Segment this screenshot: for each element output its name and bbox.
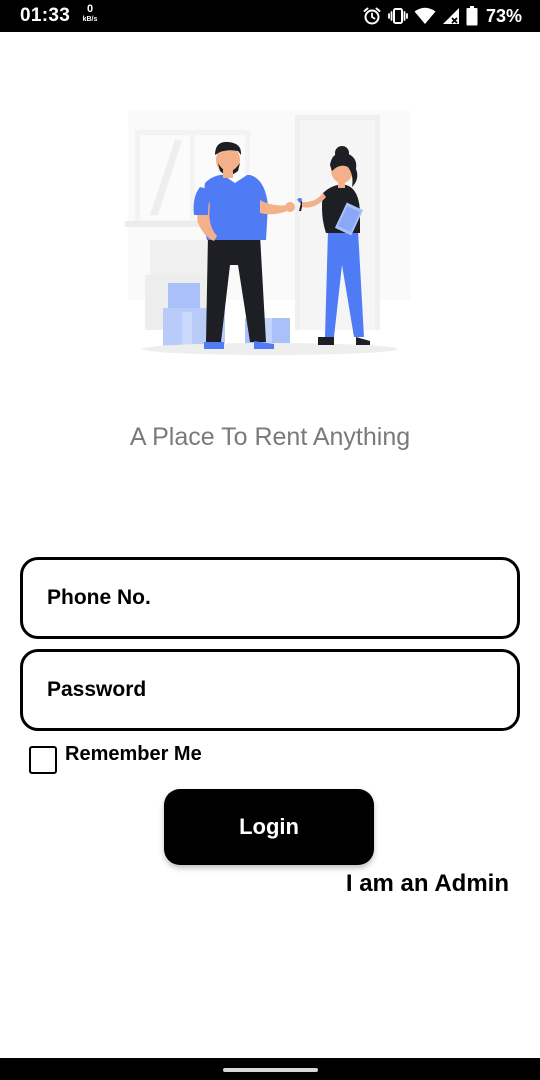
alarm-icon [363,7,381,25]
network-speed: 0 kB/s [80,3,100,24]
phone-input[interactable] [47,560,487,636]
status-icons: 73% [362,6,522,26]
app-tagline: A Place To Rent Anything [129,423,411,451]
cell-signal-icon [442,8,459,24]
network-speed-unit: kB/s [82,16,98,23]
password-input[interactable] [47,652,487,728]
navigation-bar [0,1058,540,1080]
login-button[interactable]: Login [164,789,374,865]
remember-me-checkbox[interactable] [29,746,57,774]
login-screen: 01:33 0 kB/s 73% A Place To Rent Anythin… [0,0,540,1080]
status-time: 01:33 [20,5,71,26]
remember-me[interactable]: Remember Me [29,743,202,774]
people-handing-keys-illustration [125,110,410,355]
wifi-icon [414,7,436,24]
remember-me-label[interactable]: Remember Me [65,743,202,766]
admin-login-link[interactable]: I am an Admin [346,870,509,898]
phone-field-container [20,557,520,639]
battery-icon [466,6,478,26]
home-gesture-handle[interactable] [223,1068,318,1072]
status-bar: 01:33 0 kB/s 73% [0,0,540,32]
battery-percent: 73% [485,5,522,26]
vibrate-icon [388,8,408,24]
password-field-container [20,649,520,731]
network-speed-value: 0 [86,3,94,15]
